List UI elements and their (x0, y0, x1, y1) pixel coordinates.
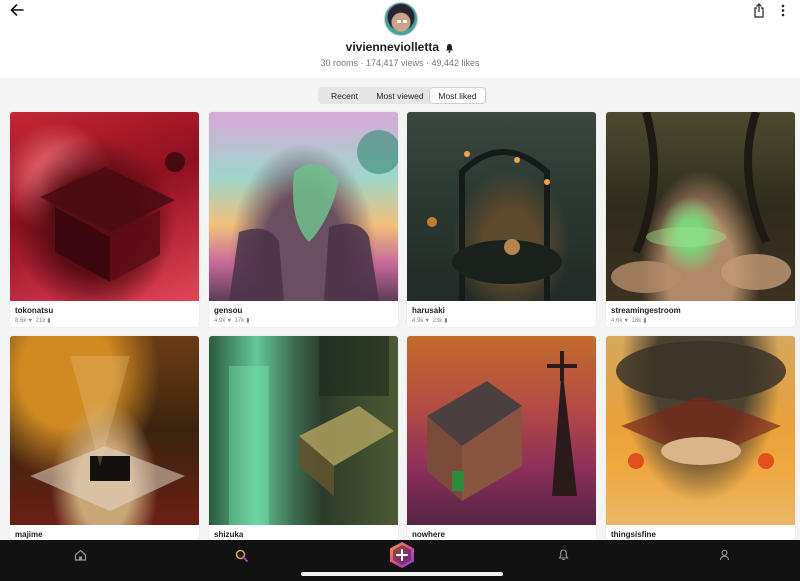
back-button[interactable] (6, 0, 28, 20)
views-icon: ▮ (643, 318, 647, 324)
room-thumbnail (407, 112, 596, 301)
room-thumbnail (209, 112, 398, 301)
room-card[interactable]: majime (10, 336, 199, 540)
room-name: majime (15, 530, 43, 539)
views-icon: ▮ (444, 318, 448, 324)
views-icon: ▮ (47, 318, 51, 324)
room-card[interactable]: tokonatsu 8.6k ♥ 21k ▮ (10, 112, 199, 327)
room-stats: 4.6k ♥ 18k ▮ (611, 317, 649, 324)
room-name: harusaki (412, 306, 445, 315)
room-art (229, 130, 398, 301)
share-button[interactable] (750, 0, 768, 20)
create-icon (390, 542, 414, 568)
room-card[interactable]: harusaki 4.9k ♥ 23k ▮ (407, 112, 596, 327)
room-name: nowhere (412, 530, 445, 539)
room-thumbnail (606, 336, 795, 525)
profile-header: vivienneviolletta 30 rooms · 174,417 vie… (0, 0, 800, 78)
profile-icon[interactable] (712, 544, 736, 566)
room-card[interactable]: gensou 4.9k ♥ 17k ▮ (209, 112, 398, 327)
tab-most-liked[interactable]: Most liked (430, 88, 485, 103)
search-icon[interactable] (229, 544, 253, 566)
heart-icon: ♥ (425, 318, 429, 324)
room-thumbnail (209, 336, 398, 525)
views-count: 21k (35, 318, 46, 324)
share-icon (754, 2, 764, 18)
room-name: gensou (214, 306, 243, 315)
room-stats: 8.6k ♥ 21k ▮ (15, 317, 53, 324)
likes-count: 4.9k (412, 318, 424, 324)
heart-icon: ♥ (28, 318, 32, 324)
profile-stats: 30 rooms · 174,417 views · 49,442 likes (320, 58, 480, 68)
avatar[interactable] (384, 2, 418, 36)
home-icon[interactable] (68, 544, 92, 566)
likes-count: 4.6k (611, 318, 623, 324)
likes-count: 8.6k (15, 318, 27, 324)
room-art (427, 149, 562, 301)
username-row: vivienneviolletta (0, 40, 800, 54)
room-card[interactable]: nowhere (407, 336, 596, 540)
room-thumbnail (407, 336, 596, 525)
room-thumbnail (10, 112, 199, 301)
room-art (30, 356, 185, 511)
room-thumbnail (606, 112, 795, 301)
room-art (427, 351, 577, 501)
room-art (229, 336, 394, 525)
likes-count: 4.9k (214, 318, 226, 324)
more-vertical-icon (781, 4, 785, 16)
room-card[interactable]: thingsisfine (606, 336, 795, 540)
room-stats: 4.9k ♥ 23k ▮ (412, 317, 450, 324)
tab-most-viewed[interactable]: Most viewed (370, 88, 430, 103)
room-card[interactable]: streamingestroom 4.6k ♥ 18k ▮ (606, 112, 795, 327)
room-art (40, 152, 185, 282)
views-icon: ▮ (246, 318, 250, 324)
heart-icon: ♥ (624, 318, 628, 324)
more-options-button[interactable] (776, 0, 790, 20)
create-button[interactable] (389, 541, 415, 569)
profile-username: vivienneviolletta (345, 40, 440, 54)
arrow-left-icon (10, 4, 24, 16)
room-art (611, 112, 791, 293)
room-thumbnail (10, 336, 199, 525)
room-art (616, 341, 786, 469)
room-name: streamingestroom (611, 306, 681, 315)
notifications-icon[interactable] (551, 544, 575, 566)
room-name: tokonatsu (15, 306, 54, 315)
tab-recent[interactable]: Recent (319, 88, 370, 103)
views-count: 17k (234, 318, 245, 324)
room-name: thingsisfine (611, 530, 656, 539)
home-indicator (301, 572, 503, 576)
sort-segmented-control: Recent Most viewed Most liked (318, 87, 487, 104)
room-name: shizuka (214, 530, 244, 539)
heart-icon: ♥ (227, 318, 231, 324)
views-count: 23k (432, 318, 443, 324)
views-count: 18k (631, 318, 642, 324)
bell-icon[interactable] (445, 43, 454, 53)
room-card[interactable]: shizuka (209, 336, 398, 540)
room-stats: 4.9k ♥ 17k ▮ (214, 317, 252, 324)
